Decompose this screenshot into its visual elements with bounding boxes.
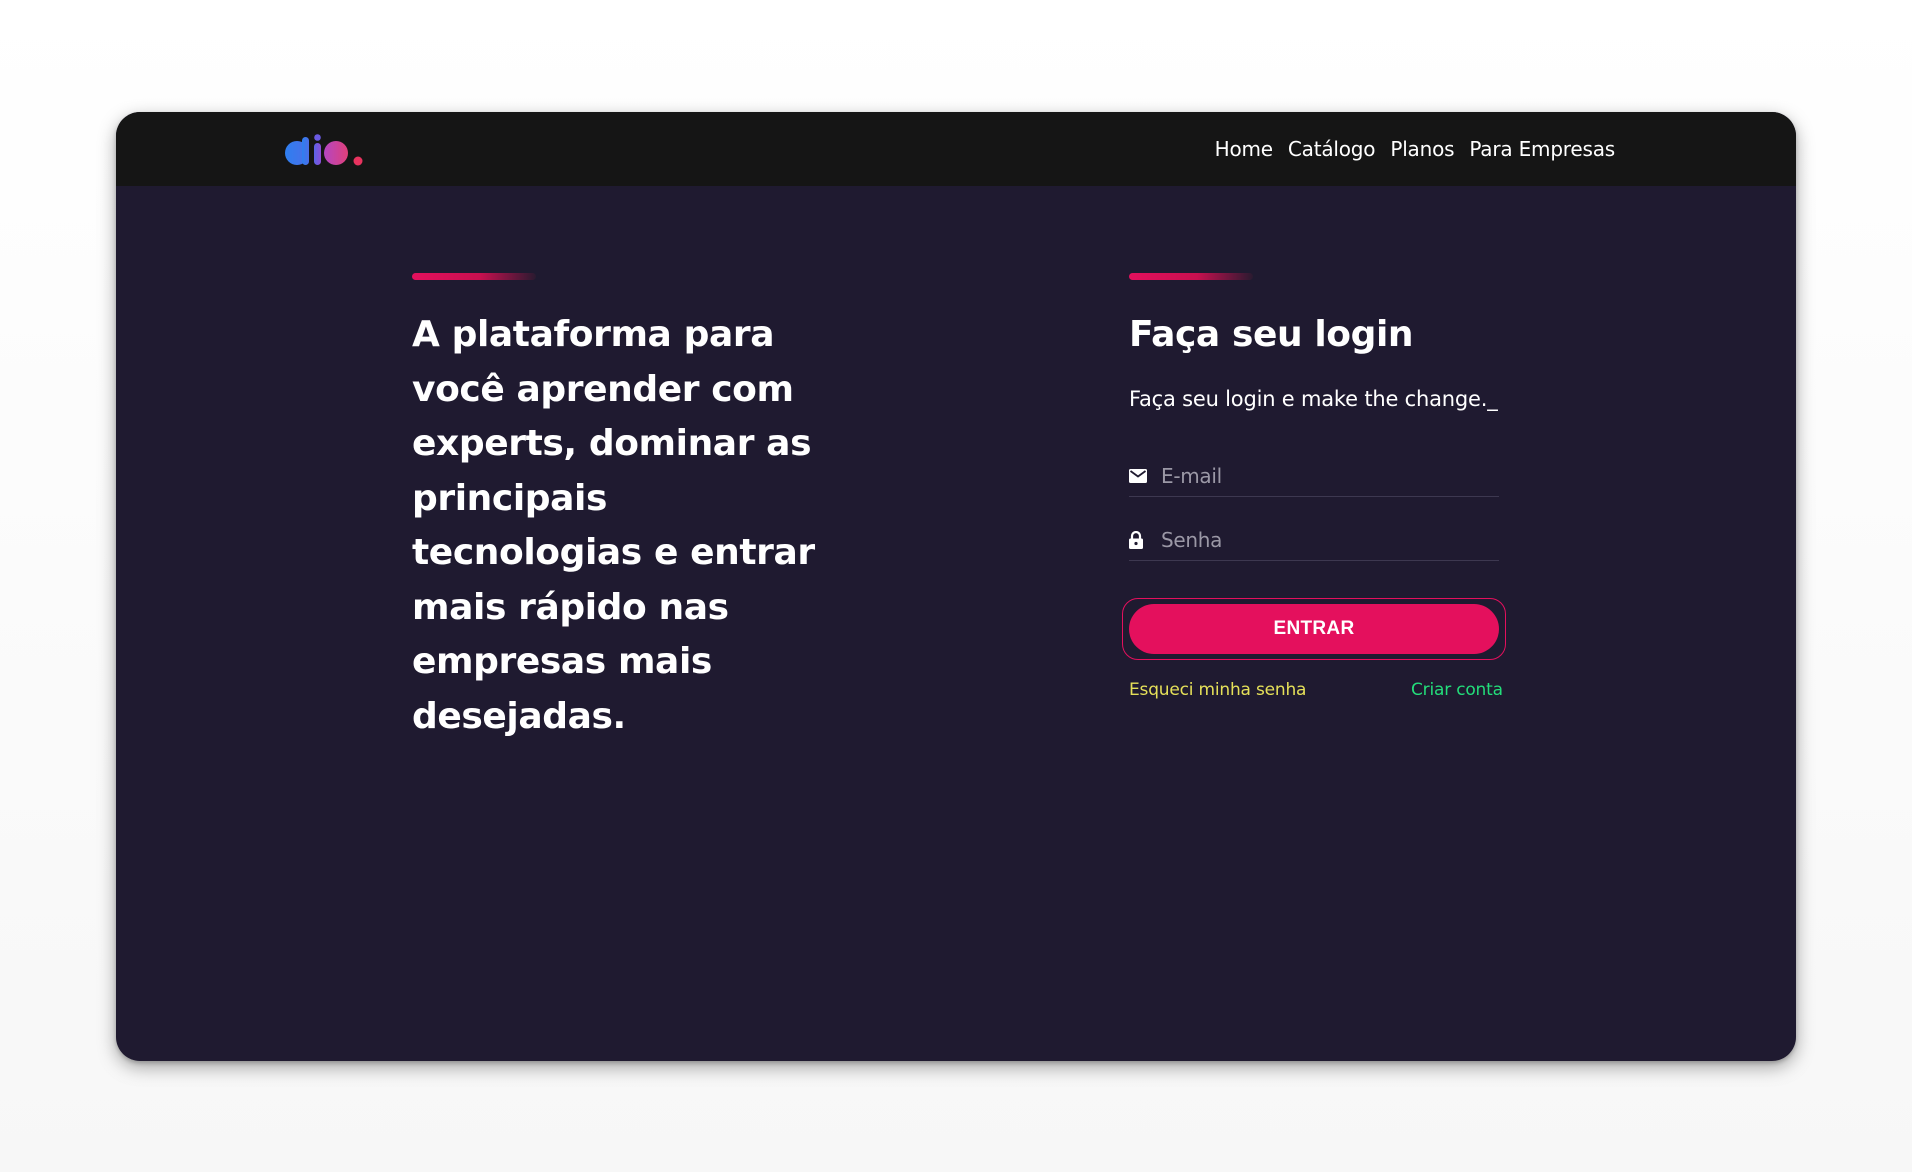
dio-logo[interactable] <box>284 134 368 166</box>
main-nav: Home Catálogo Planos Para Empresas <box>1215 112 1616 186</box>
login-subtitle: Faça seu login e make the change._ <box>1129 387 1498 411</box>
password-field <box>1129 520 1499 561</box>
mail-icon <box>1129 465 1151 487</box>
lock-icon <box>1129 529 1151 551</box>
dio-logo-icon <box>285 134 363 166</box>
email-input[interactable] <box>1161 464 1499 488</box>
nav-para-empresas[interactable]: Para Empresas <box>1469 137 1615 161</box>
forgot-password-link[interactable]: Esqueci minha senha <box>1129 680 1306 700</box>
nav-planos[interactable]: Planos <box>1390 137 1454 161</box>
hero-accent-bar <box>412 273 536 280</box>
login-accent-bar <box>1129 273 1253 280</box>
email-field <box>1129 456 1499 497</box>
header: Home Catálogo Planos Para Empresas <box>116 112 1796 186</box>
create-account-link[interactable]: Criar conta <box>1411 680 1503 700</box>
entrar-button[interactable]: ENTRAR <box>1129 604 1499 654</box>
nav-catalogo[interactable]: Catálogo <box>1288 137 1376 161</box>
login-title: Faça seu login <box>1129 314 1414 355</box>
app-window: Home Catálogo Planos Para Empresas A pla… <box>116 112 1796 1061</box>
nav-home[interactable]: Home <box>1215 137 1273 161</box>
hero-title: A plataforma para você aprender com expe… <box>412 314 815 737</box>
password-input[interactable] <box>1161 528 1499 552</box>
